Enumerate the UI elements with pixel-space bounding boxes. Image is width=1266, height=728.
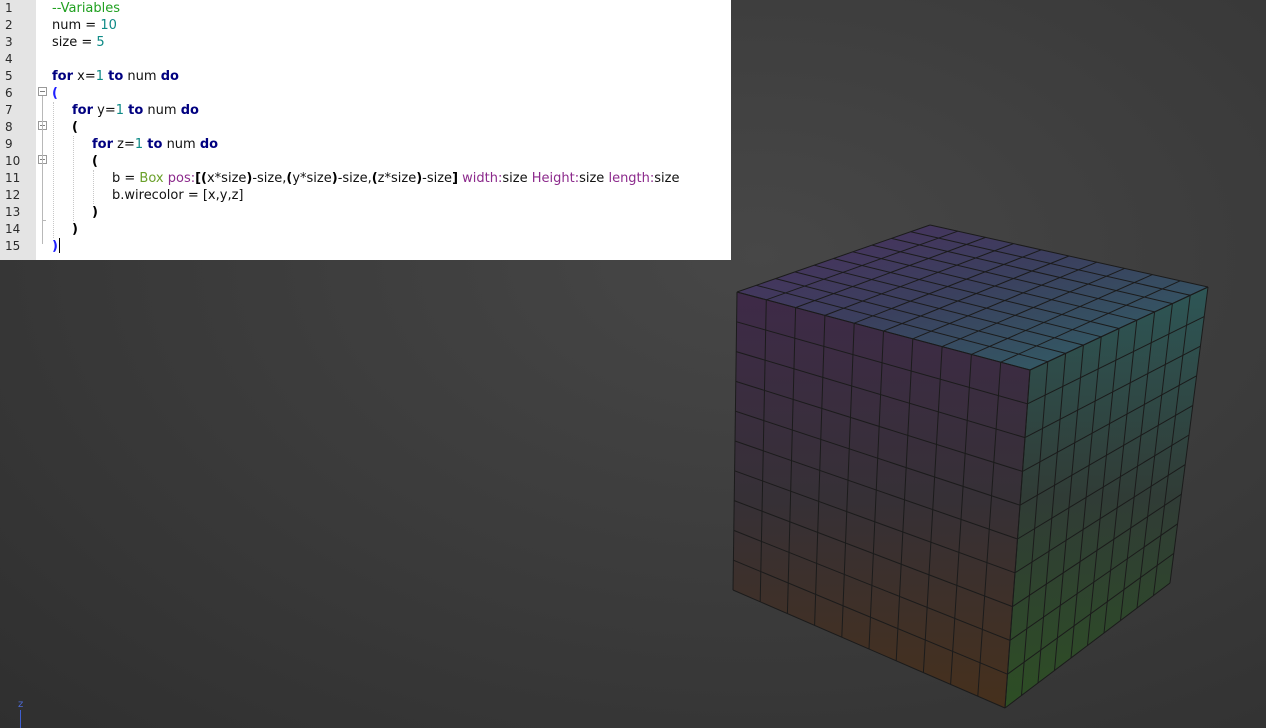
keyword: for: [52, 69, 73, 84]
code-line-1: --Variables: [52, 0, 120, 17]
keyword: to: [147, 137, 163, 152]
code-text: b.wirecolor = [x,y,z]: [112, 188, 244, 203]
keyword: to: [128, 103, 144, 118]
bracket: (: [72, 120, 78, 135]
line-number: 3: [5, 35, 13, 49]
number-literal: 1: [95, 69, 104, 84]
line-number: 7: [5, 103, 13, 117]
param-name: width:: [462, 171, 503, 186]
line-number: 4: [5, 52, 13, 66]
code-text: -size: [422, 171, 453, 186]
line-number: 15: [5, 239, 21, 253]
line-number: 8: [5, 120, 13, 134]
code-line-15: ): [52, 238, 58, 255]
fold-toggle-icon[interactable]: [38, 87, 47, 96]
code-text: b =: [112, 171, 140, 186]
code-text: x=: [73, 69, 96, 84]
code-line-8: (: [72, 119, 78, 136]
line-number: 1: [5, 1, 13, 15]
keyword: for: [72, 103, 93, 118]
code-line-6: (: [52, 85, 58, 102]
comment: --Variables: [52, 1, 121, 16]
bracket: ): [52, 239, 58, 254]
line-number: 14: [5, 222, 21, 236]
line-number: 11: [5, 171, 21, 185]
code-text: num: [143, 103, 181, 118]
param-name: length:: [608, 171, 655, 186]
script-editor[interactable]: 1 2 3 4 5 6 7 8 9 10 11 12 13 14 15 --Va…: [0, 0, 731, 260]
code-line-5: for x=1 to num do: [52, 68, 179, 85]
line-number: 5: [5, 69, 13, 83]
keyword: for: [92, 137, 113, 152]
bracket: ): [92, 205, 98, 220]
code-text: z=: [113, 137, 135, 152]
code-text: size: [502, 171, 528, 186]
keyword: do: [160, 69, 179, 84]
bracket: (: [52, 86, 58, 101]
code-line-10: (: [92, 153, 98, 170]
line-number-gutter: 1 2 3 4 5 6 7 8 9 10 11 12 13 14 15: [0, 0, 36, 260]
code-text: x*size: [206, 171, 247, 186]
keyword: to: [108, 69, 124, 84]
bracket: (: [92, 154, 98, 169]
code-text: size: [579, 171, 605, 186]
fold-line: [42, 96, 43, 244]
number-literal: 1: [134, 137, 144, 152]
text-caret: [59, 238, 60, 253]
code-text: -size,: [252, 171, 287, 186]
code-text: size: [654, 171, 680, 186]
code-text: -size,: [337, 171, 372, 186]
code-line-9: for z=1 to num do: [92, 136, 218, 153]
number-literal: 10: [100, 18, 117, 33]
code-text: num: [162, 137, 200, 152]
param-name: Height:: [531, 171, 580, 186]
keyword: do: [199, 137, 219, 152]
line-number: 13: [5, 205, 21, 219]
bracket: ]: [452, 171, 459, 186]
code-line-12: b.wirecolor = [x,y,z]: [112, 187, 243, 204]
code-text: y*size: [292, 171, 332, 186]
axis-z-label: z: [18, 699, 24, 710]
code-text: size =: [52, 35, 97, 50]
line-number: 10: [5, 154, 21, 168]
number-literal: 1: [115, 103, 124, 118]
line-number: 2: [5, 18, 13, 32]
bracket: [(: [195, 171, 207, 186]
bracket: ): [72, 222, 78, 237]
param-name: pos:: [167, 171, 196, 186]
code-text: num =: [52, 18, 101, 33]
number-literal: 5: [96, 35, 105, 50]
fold-end-mark: [42, 220, 46, 221]
indent-guide: [73, 136, 74, 221]
code-line-14: ): [72, 221, 78, 238]
code-line-2: num = 10: [52, 17, 117, 34]
code-line-11: b = Box pos:[(x*size)-size,(y*size)-size…: [112, 170, 680, 187]
indent-guide: [93, 170, 94, 204]
code-text: z*size: [377, 171, 417, 186]
code-line-3: size = 5: [52, 34, 105, 51]
keyword: do: [180, 103, 199, 118]
line-number: 6: [5, 86, 13, 100]
line-number: 12: [5, 188, 21, 202]
axis-z-line: [20, 710, 21, 728]
code-line-13: ): [92, 204, 98, 221]
code-text: y=: [93, 103, 116, 118]
code-text: num: [123, 69, 161, 84]
line-number: 9: [5, 137, 13, 151]
code-line-7: for y=1 to num do: [72, 102, 199, 119]
class-name: Box: [139, 171, 164, 186]
indent-guide: [53, 102, 54, 238]
